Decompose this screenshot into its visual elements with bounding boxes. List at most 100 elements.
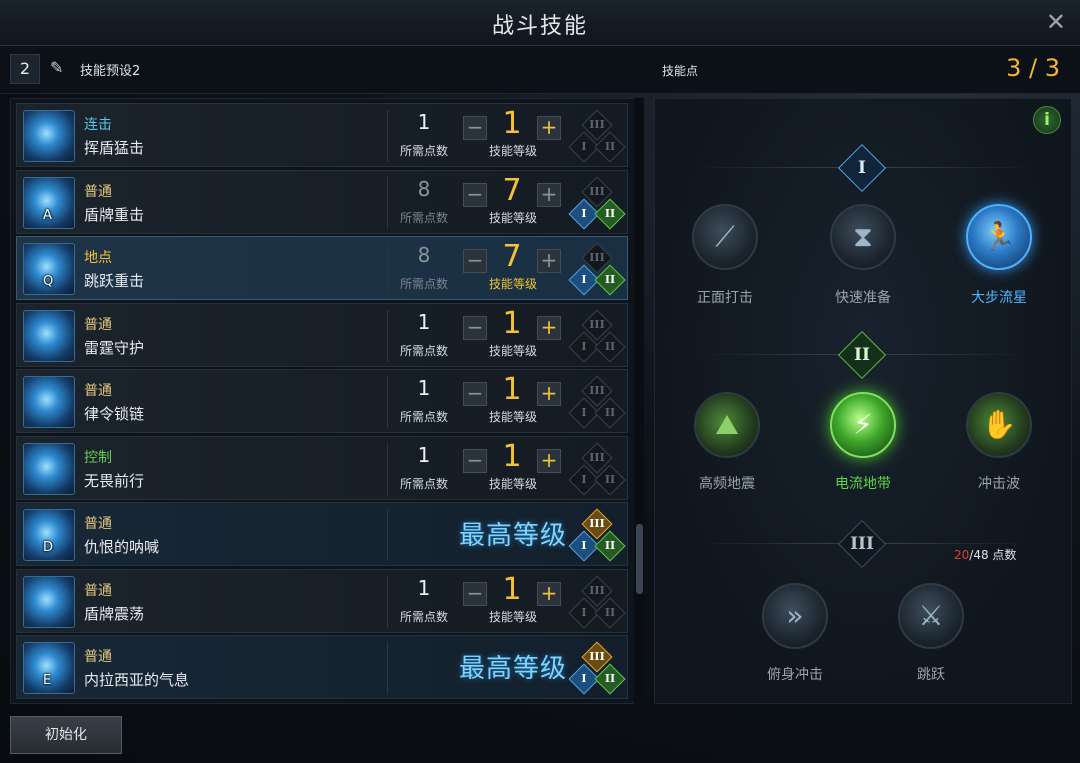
level-plus-button[interactable]: + bbox=[537, 316, 561, 340]
tier-2-indicator: II bbox=[594, 131, 626, 163]
shield-swing-icon bbox=[23, 110, 75, 162]
skill-row[interactable]: 连击 挥盾猛击 1 所需点数 − 1 + 技能等级 III I II bbox=[16, 103, 628, 167]
preset-number[interactable]: 2 bbox=[10, 54, 40, 84]
skill-name: 仇恨的呐喊 bbox=[84, 538, 160, 556]
tier-2-indicator: II bbox=[594, 331, 626, 363]
tripod-node[interactable]: ⧗ bbox=[830, 204, 896, 270]
tier-2-indicator: II bbox=[594, 597, 626, 629]
tripod-node-selected[interactable]: ⚡ bbox=[830, 392, 896, 458]
close-icon[interactable]: ✕ bbox=[1046, 8, 1066, 36]
max-level-label: 最高等级 bbox=[459, 521, 568, 551]
level-minus-button[interactable]: − bbox=[463, 382, 487, 406]
tier-indicators: III I II bbox=[568, 176, 626, 230]
level-plus-button[interactable]: + bbox=[537, 582, 561, 606]
tripod-node-selected[interactable]: 🏃 bbox=[966, 204, 1032, 270]
skill-level-label: 技能等级 bbox=[488, 211, 537, 225]
tier-indicators: III I II bbox=[568, 309, 626, 363]
divider bbox=[387, 177, 388, 229]
title-bar: 战斗技能 ✕ bbox=[0, 0, 1080, 46]
tier-indicators: III I II bbox=[568, 109, 626, 163]
level-minus-button[interactable]: − bbox=[463, 316, 487, 340]
skill-level-label: 技能等级 bbox=[488, 344, 537, 358]
scrollbar-thumb[interactable] bbox=[636, 524, 643, 594]
skill-row-selected[interactable]: Q 地点 跳跃重击 8 所需点数 − 7 + 技能等级 III I II bbox=[16, 236, 628, 300]
skill-type: 普通 bbox=[84, 649, 112, 665]
required-points-label: 所需点数 bbox=[399, 211, 448, 225]
required-points-label: 所需点数 bbox=[399, 277, 448, 291]
skill-level: 1 bbox=[502, 106, 522, 141]
skill-level: 7 bbox=[502, 173, 522, 208]
reset-button[interactable]: 初始化 bbox=[10, 716, 122, 754]
required-points-label: 所需点数 bbox=[399, 477, 448, 491]
skill-level-label: 技能等级 bbox=[488, 144, 537, 158]
tripod-label: 大步流星 bbox=[971, 290, 1027, 306]
required-points: 1 bbox=[417, 576, 431, 600]
tier-indicators: III I II bbox=[568, 242, 626, 296]
hotkey-label: D bbox=[43, 540, 54, 555]
level-plus-button[interactable]: + bbox=[537, 116, 561, 140]
info-icon[interactable]: i bbox=[1033, 106, 1061, 134]
divider bbox=[387, 642, 388, 694]
shockwave-hand-icon: ✋ bbox=[981, 408, 1017, 441]
running-man-icon: 🏃 bbox=[981, 220, 1017, 253]
skill-row[interactable]: A 普通 盾牌重击 8 所需点数 − 7 + 技能等级 III I II bbox=[16, 170, 628, 234]
skill-row[interactable]: 普通 律令锁链 1 所需点数 − 1 + 技能等级 III I II bbox=[16, 369, 628, 433]
tier-3-points-current: 20 bbox=[954, 548, 970, 562]
required-points: 1 bbox=[417, 310, 431, 334]
tripod-node[interactable]: ⟋ bbox=[692, 204, 758, 270]
level-minus-button[interactable]: − bbox=[463, 183, 487, 207]
required-points-label: 所需点数 bbox=[399, 610, 448, 624]
max-level-label: 最高等级 bbox=[459, 654, 568, 684]
tripod-node[interactable]: ⚔ bbox=[898, 583, 964, 649]
sword-strike-icon: ⟋ bbox=[715, 220, 735, 253]
hourglass-icon: ⧗ bbox=[853, 220, 873, 253]
required-points-label: 所需点数 bbox=[399, 410, 448, 424]
required-points: 1 bbox=[417, 443, 431, 467]
skill-type: 连击 bbox=[84, 117, 112, 133]
skill-row[interactable]: 控制 无畏前行 1 所需点数 − 1 + 技能等级 III I II bbox=[16, 436, 628, 500]
level-minus-button[interactable]: − bbox=[463, 249, 487, 273]
level-plus-button[interactable]: + bbox=[537, 449, 561, 473]
divider bbox=[387, 509, 388, 561]
tier-indicators: III I II bbox=[568, 575, 626, 629]
crossed-swords-icon: ⚔ bbox=[918, 599, 944, 632]
tripod-node[interactable]: ⛰ bbox=[694, 392, 760, 458]
level-minus-button[interactable]: − bbox=[463, 449, 487, 473]
level-minus-button[interactable]: − bbox=[463, 116, 487, 140]
skill-level-label: 技能等级 bbox=[488, 277, 537, 291]
skill-row[interactable]: 普通 雷霆守护 1 所需点数 − 1 + 技能等级 III I II bbox=[16, 303, 628, 367]
required-points-label: 所需点数 bbox=[399, 344, 448, 358]
divider bbox=[387, 310, 388, 362]
divider bbox=[387, 443, 388, 495]
skill-row[interactable]: 普通 盾牌震荡 1 所需点数 − 1 + 技能等级 III I II bbox=[16, 569, 628, 633]
divider bbox=[387, 110, 388, 162]
tier-2-indicator: II bbox=[594, 397, 626, 429]
hotkey-label: A bbox=[43, 208, 52, 223]
scrollbar[interactable] bbox=[634, 98, 644, 704]
mountain-icon: ⛰ bbox=[715, 408, 739, 441]
skill-level: 1 bbox=[502, 306, 522, 341]
skill-row[interactable]: D 普通 仇恨的呐喊 最高等级 III I II bbox=[16, 502, 628, 566]
skill-name: 律令锁链 bbox=[84, 405, 145, 423]
edit-icon[interactable]: ✎ bbox=[50, 58, 72, 80]
skill-name: 挥盾猛击 bbox=[84, 139, 145, 157]
skill-type: 地点 bbox=[84, 250, 112, 266]
tier-2-indicator: II bbox=[594, 198, 626, 230]
tripod-label: 快速准备 bbox=[835, 290, 891, 306]
preset-bar: 2 ✎ 技能预设2 技能点 3 / 3 bbox=[0, 46, 1080, 94]
level-minus-button[interactable]: − bbox=[463, 582, 487, 606]
tripod-node[interactable]: ✋ bbox=[966, 392, 1032, 458]
skill-row[interactable]: E 普通 内拉西亚的气息 最高等级 III I II bbox=[16, 635, 628, 699]
level-plus-button[interactable]: + bbox=[537, 249, 561, 273]
shield-quake-icon bbox=[23, 576, 75, 628]
skill-name: 盾牌震荡 bbox=[84, 605, 145, 623]
thunder-guard-icon bbox=[23, 310, 75, 362]
divider bbox=[387, 576, 388, 628]
required-points: 1 bbox=[417, 376, 431, 400]
level-plus-button[interactable]: + bbox=[537, 382, 561, 406]
skill-type: 普通 bbox=[84, 317, 112, 333]
tripod-label: 跳跃 bbox=[917, 667, 945, 683]
level-plus-button[interactable]: + bbox=[537, 183, 561, 207]
skill-type: 普通 bbox=[84, 184, 112, 200]
tripod-node[interactable]: » bbox=[762, 583, 828, 649]
